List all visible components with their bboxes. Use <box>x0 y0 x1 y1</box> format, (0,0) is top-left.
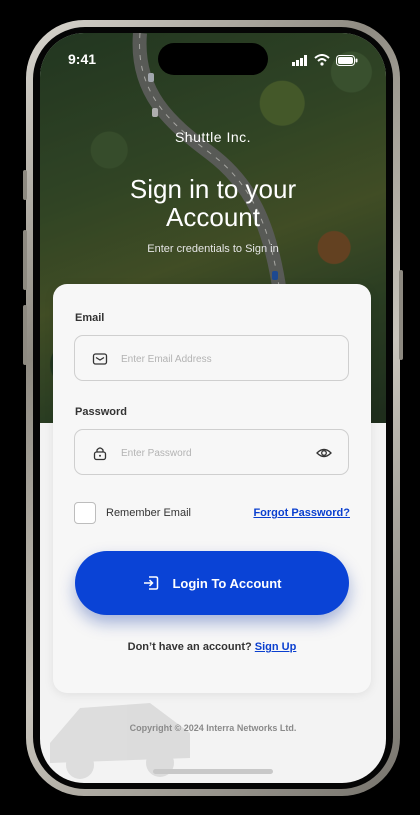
login-icon <box>144 576 159 590</box>
car-watermark-icon <box>50 703 190 779</box>
dynamic-island <box>158 43 268 75</box>
signup-link[interactable]: Sign Up <box>255 641 297 653</box>
email-icon <box>92 353 108 365</box>
page-title-line2: Account <box>166 202 260 232</box>
email-label: Email <box>75 312 105 324</box>
remember-email-label: Remember Email <box>106 507 191 519</box>
volume-up-button <box>23 230 27 290</box>
copyright-footer: Copyright © 2024 Interra Networks Ltd. <box>129 723 297 733</box>
eye-icon[interactable] <box>316 445 332 461</box>
page-title: Sign in to your Account <box>40 175 386 231</box>
lock-icon <box>93 447 107 461</box>
wifi-icon <box>314 54 330 66</box>
forgot-password-link[interactable]: Forgot Password? <box>253 507 350 519</box>
login-button-label: Login To Account <box>172 575 282 591</box>
login-button[interactable]: Login To Account <box>75 551 349 615</box>
power-button <box>399 270 403 360</box>
app-screen: 9:41 Shuttle Inc. Sign in to your Accoun… <box>40 33 386 783</box>
battery-icon <box>336 54 358 66</box>
brand-name: Shuttle Inc. <box>174 129 252 145</box>
status-time: 9:41 <box>68 51 97 67</box>
action-button <box>23 170 27 200</box>
page-subtitle: Enter credentials to Sign in <box>147 243 279 255</box>
status-icons <box>292 54 358 66</box>
signup-prompt: Don’t have an account? <box>127 641 252 653</box>
signup-row: Don’t have an account? Sign Up <box>53 641 371 653</box>
signal-icon <box>292 54 307 66</box>
page-title-line1: Sign in to your <box>129 174 297 204</box>
home-indicator[interactable] <box>153 769 273 774</box>
email-input[interactable] <box>119 336 313 382</box>
password-field[interactable] <box>74 429 349 476</box>
email-field[interactable] <box>74 335 349 382</box>
login-card: Email Password Remember Email Forgot Pas… <box>53 284 371 693</box>
password-input[interactable] <box>119 430 313 476</box>
remember-email-checkbox[interactable] <box>74 502 96 524</box>
password-label: Password <box>75 406 127 418</box>
volume-down-button <box>23 305 27 365</box>
